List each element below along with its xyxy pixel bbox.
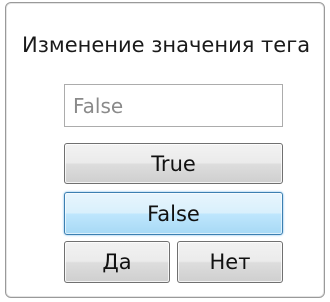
tag-value-dialog: Изменение значения тега True False Да Не…	[5, 2, 325, 298]
false-button[interactable]: False	[64, 192, 283, 235]
no-button[interactable]: Нет	[177, 241, 283, 283]
tag-value-field[interactable]	[64, 84, 283, 127]
dialog-title: Изменение значения тега	[22, 33, 311, 57]
true-button[interactable]: True	[64, 143, 283, 184]
yes-button[interactable]: Да	[64, 241, 170, 283]
page: Изменение значения тега True False Да Не…	[0, 0, 330, 302]
